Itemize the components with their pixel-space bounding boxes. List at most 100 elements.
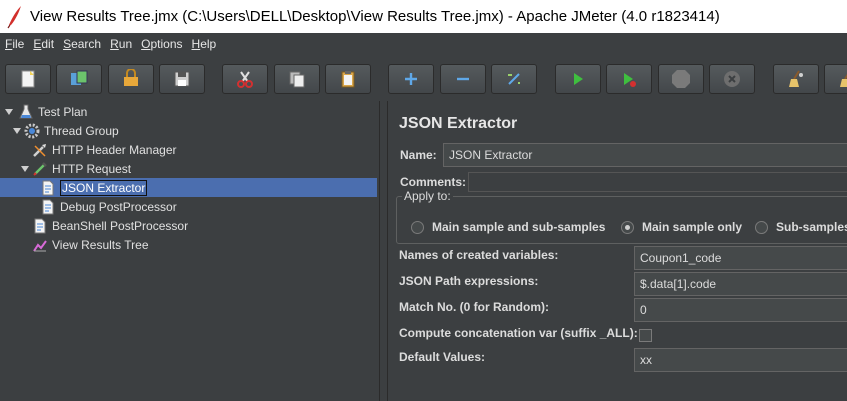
gear-icon: [24, 123, 40, 138]
tree-item-http-header-manager[interactable]: HTTP Header Manager: [32, 140, 177, 159]
window-titlebar: View Results Tree.jmx (C:\Users\DELL\Des…: [0, 0, 847, 33]
stop-icon: [672, 70, 690, 88]
start-no-pause-icon: [624, 73, 636, 87]
menu-run-mnemonic: R: [110, 37, 119, 51]
flask-icon: [19, 104, 33, 118]
window-title: View Results Tree.jmx (C:\Users\DELL\Des…: [30, 8, 720, 25]
comments-label: Comments:: [400, 175, 467, 189]
tree-item-json-extractor[interactable]: JSON Extractor: [0, 178, 377, 197]
shutdown-button[interactable]: [709, 64, 755, 94]
tree-item-thread-group[interactable]: Thread Group: [12, 121, 119, 140]
clear-button[interactable]: [773, 64, 819, 94]
apply-to-label: Apply to:: [402, 189, 453, 203]
menu-help-rest: elp: [200, 37, 217, 51]
menu-options-rest: ptions: [150, 37, 183, 51]
menu-help[interactable]: Help: [191, 37, 218, 51]
match-no-field[interactable]: 0: [634, 298, 847, 322]
radio-indicator-selected: [621, 220, 634, 234]
clear-all-button[interactable]: [824, 64, 847, 94]
radio-label: Sub-samples only: [776, 220, 847, 234]
default-values-field[interactable]: xx: [634, 348, 847, 372]
tree-item-label: BeanShell PostProcessor: [52, 218, 189, 233]
tree-item-label: HTTP Header Manager: [52, 142, 177, 157]
radio-sub-samples-only[interactable]: Sub-samples only: [755, 220, 847, 234]
document-icon: [42, 199, 54, 214]
tree-item-label: Test Plan: [38, 104, 88, 119]
expand-all-button[interactable]: [388, 64, 434, 94]
menu-bar: File Edit Search Run Options Help: [0, 33, 847, 55]
tree-item-test-plan[interactable]: Test Plan: [4, 102, 87, 121]
jmeter-feather-icon: [0, 0, 30, 33]
radio-label: Main sample only: [642, 220, 743, 234]
default-values-label: Default Values:: [399, 350, 486, 364]
toggle-icon: [508, 73, 520, 85]
menu-run[interactable]: Run: [109, 37, 133, 51]
tree-item-label: Debug PostProcessor: [60, 199, 177, 214]
chart-icon: [33, 239, 47, 252]
paste-icon: [341, 71, 355, 88]
collapse-icon: [457, 77, 469, 81]
concatenation-checkbox[interactable]: [639, 329, 652, 342]
templates-button[interactable]: [56, 64, 102, 94]
tree-item-http-request[interactable]: HTTP Request: [20, 159, 131, 178]
expand-toggle-icon[interactable]: [12, 126, 22, 136]
tree-item-view-results-tree[interactable]: View Results Tree: [32, 235, 149, 254]
tree-item-label: Thread Group: [44, 123, 119, 138]
name-field[interactable]: JSON Extractor: [443, 143, 847, 167]
expand-toggle-icon[interactable]: [4, 107, 14, 117]
panel-title: JSON Extractor: [399, 115, 518, 132]
match-no-label: Match No. (0 for Random):: [399, 300, 549, 314]
comments-field[interactable]: [468, 172, 847, 192]
concatenation-label: Compute concatenation var (suffix _ALL):: [399, 326, 638, 340]
save-button[interactable]: [159, 64, 205, 94]
start-icon: [574, 73, 583, 85]
cut-icon: [237, 71, 253, 88]
stop-button[interactable]: [658, 64, 704, 94]
radio-main-sample-only[interactable]: Main sample only: [621, 220, 742, 234]
shutdown-icon: [724, 71, 740, 87]
new-button[interactable]: [5, 64, 51, 94]
menu-help-mnemonic: H: [191, 37, 201, 51]
open-icon: [124, 69, 138, 86]
variable-names-label: Names of created variables:: [399, 248, 559, 262]
variable-names-field[interactable]: Coupon1_code: [634, 246, 847, 270]
menu-search-rest: earch: [71, 37, 102, 51]
radio-main-and-sub-samples[interactable]: Main sample and sub-samples: [411, 220, 605, 234]
radio-label: Main sample and sub-samples: [432, 220, 606, 234]
cut-button[interactable]: [222, 64, 268, 94]
wrench-icon: [33, 143, 46, 157]
expand-icon: [405, 73, 417, 85]
split-pane-divider[interactable]: [380, 101, 388, 401]
menu-edit[interactable]: Edit: [32, 37, 55, 51]
clear-all-icon: [840, 73, 847, 87]
menu-options[interactable]: Options: [140, 37, 183, 51]
menu-search[interactable]: Search: [62, 37, 102, 51]
toggle-button[interactable]: [491, 64, 537, 94]
tree-item-label: View Results Tree: [52, 237, 149, 252]
json-path-field[interactable]: $.data[1].code: [634, 272, 847, 296]
menu-file-rest: ile: [12, 37, 25, 51]
tree-item-debug-postprocessor[interactable]: Debug PostProcessor: [40, 197, 177, 216]
document-icon: [42, 180, 54, 195]
menu-search-mnemonic: S: [63, 37, 72, 51]
start-button[interactable]: [555, 64, 601, 94]
toolbar: [0, 55, 847, 101]
start-no-pauses-button[interactable]: [606, 64, 652, 94]
save-icon: [174, 71, 190, 87]
tree-item-beanshell-postprocessor[interactable]: BeanShell PostProcessor: [32, 216, 188, 235]
open-button[interactable]: [108, 64, 154, 94]
paste-button[interactable]: [325, 64, 371, 94]
menu-run-rest: un: [118, 37, 133, 51]
expand-toggle-icon[interactable]: [20, 164, 30, 174]
menu-file[interactable]: File: [4, 37, 25, 51]
apply-to-group: Apply to: Main sample and sub-samples Ma…: [396, 189, 847, 244]
document-icon: [34, 218, 46, 233]
test-plan-tree: Test Plan Thread Group HTTP Header Manag…: [0, 101, 380, 401]
menu-edit-rest: dit: [41, 37, 55, 51]
radio-indicator: [411, 220, 424, 234]
collapse-all-button[interactable]: [440, 64, 486, 94]
copy-icon: [289, 71, 305, 88]
copy-button[interactable]: [274, 64, 320, 94]
tree-item-label: JSON Extractor: [60, 179, 148, 196]
radio-indicator: [755, 220, 768, 234]
